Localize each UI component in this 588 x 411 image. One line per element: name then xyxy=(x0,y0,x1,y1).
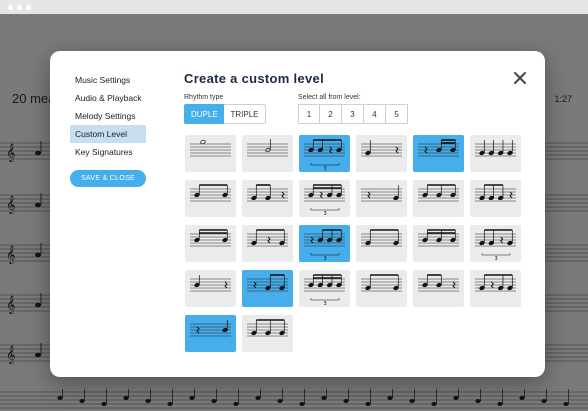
rhythm-notation-icon xyxy=(247,274,288,292)
svg-text:3: 3 xyxy=(495,256,498,262)
window-title-bar xyxy=(0,0,588,14)
svg-text:3: 3 xyxy=(324,211,327,217)
rhythm-notation-icon xyxy=(475,184,516,202)
modal-title: Create a custom level xyxy=(184,71,324,86)
rhythm-type-toggle: DUPLE TRIPLE xyxy=(184,104,266,124)
rhythm-notation-icon xyxy=(247,319,288,337)
menu-item-key-signatures[interactable]: Key Signatures xyxy=(70,143,146,161)
rhythm-pattern-tile[interactable] xyxy=(356,180,407,217)
save-close-button[interactable]: SAVE & CLOSE xyxy=(70,170,146,187)
svg-text:3: 3 xyxy=(324,166,327,172)
rhythm-notation-icon xyxy=(361,274,402,292)
rhythm-notation-icon xyxy=(190,229,231,247)
rhythm-pattern-tile[interactable] xyxy=(185,315,236,352)
rhythm-notation-icon: 3 xyxy=(304,184,345,217)
rhythm-pattern-tile[interactable] xyxy=(470,180,521,217)
rhythm-pattern-tile[interactable] xyxy=(413,180,464,217)
rhythm-notation-icon xyxy=(190,184,231,202)
menu-item-music-settings[interactable]: Music Settings xyxy=(70,71,146,89)
select-level-label: Select all from level: xyxy=(298,94,361,101)
rhythm-pattern-tile[interactable]: 3 xyxy=(299,225,350,262)
rhythm-pattern-tile[interactable]: 3 xyxy=(299,180,350,217)
settings-menu: Music Settings Audio & Playback Melody S… xyxy=(70,71,146,161)
rhythm-triple-button[interactable]: TRIPLE xyxy=(224,104,266,124)
close-icon[interactable] xyxy=(513,71,527,85)
rhythm-pattern-tile[interactable] xyxy=(356,135,407,172)
rhythm-notation-icon xyxy=(361,140,402,157)
rhythm-pattern-tile[interactable] xyxy=(242,225,293,262)
rhythm-pattern-tile[interactable] xyxy=(470,270,521,307)
rhythm-notation-icon xyxy=(475,274,516,292)
window-minimize-dot[interactable] xyxy=(17,5,22,10)
rhythm-type-label: Rhythm type xyxy=(184,94,224,101)
menu-item-custom-level[interactable]: Custom Level xyxy=(70,125,146,143)
rhythm-notation-icon xyxy=(418,229,459,247)
rhythm-pattern-tile[interactable] xyxy=(185,180,236,217)
rhythm-pattern-tile[interactable] xyxy=(356,225,407,262)
rhythm-pattern-tile[interactable] xyxy=(413,270,464,307)
window-maximize-dot[interactable] xyxy=(26,5,31,10)
rhythm-pattern-tile[interactable]: 3 xyxy=(470,225,521,262)
level-select-group: 1 2 3 4 5 xyxy=(298,104,408,124)
rhythm-notation-icon xyxy=(247,184,288,202)
rhythm-notation-icon: 3 xyxy=(304,139,345,172)
menu-item-melody-settings[interactable]: Melody Settings xyxy=(70,107,146,125)
svg-text:3: 3 xyxy=(324,301,327,307)
rhythm-pattern-tile[interactable] xyxy=(185,225,236,262)
rhythm-pattern-tile[interactable] xyxy=(185,270,236,307)
level-5-button[interactable]: 5 xyxy=(386,104,408,124)
rhythm-notation-icon xyxy=(418,139,459,157)
rhythm-duple-button[interactable]: DUPLE xyxy=(184,104,224,124)
rhythm-notation-icon xyxy=(247,139,288,157)
rhythm-notation-icon xyxy=(190,275,231,292)
rhythm-notation-icon xyxy=(247,229,288,247)
svg-text:3: 3 xyxy=(324,256,327,262)
rhythm-pattern-tile[interactable] xyxy=(413,225,464,262)
rhythm-pattern-tile[interactable] xyxy=(470,135,521,172)
rhythm-pattern-tile[interactable] xyxy=(356,270,407,307)
rhythm-notation-icon xyxy=(361,229,402,247)
rhythm-pattern-tile[interactable] xyxy=(242,270,293,307)
window-close-dot[interactable] xyxy=(8,5,13,10)
rhythm-notation-icon xyxy=(418,184,459,202)
level-2-button[interactable]: 2 xyxy=(320,104,342,124)
level-4-button[interactable]: 4 xyxy=(364,104,386,124)
rhythm-notation-icon xyxy=(361,185,402,202)
rhythm-notation-icon xyxy=(418,274,459,292)
rhythm-pattern-tile[interactable] xyxy=(185,135,236,172)
rhythm-notation-icon: 3 xyxy=(304,229,345,262)
rhythm-notation-icon xyxy=(190,320,231,337)
rhythm-notation-icon: 3 xyxy=(304,274,345,307)
custom-level-modal: Music Settings Audio & Playback Melody S… xyxy=(50,51,545,377)
rhythm-pattern-tile[interactable] xyxy=(242,135,293,172)
rhythm-pattern-tile[interactable]: 3 xyxy=(299,270,350,307)
level-1-button[interactable]: 1 xyxy=(298,104,320,124)
rhythm-pattern-tile[interactable]: 3 xyxy=(299,135,350,172)
level-3-button[interactable]: 3 xyxy=(342,104,364,124)
menu-item-audio-playback[interactable]: Audio & Playback xyxy=(70,89,146,107)
rhythm-pattern-tile[interactable] xyxy=(413,135,464,172)
rhythm-notation-icon: 3 xyxy=(475,229,516,262)
rhythm-notation-icon xyxy=(475,140,516,157)
rhythm-pattern-tile[interactable] xyxy=(242,315,293,352)
rhythm-pattern-tile[interactable] xyxy=(242,180,293,217)
rhythm-notation-icon xyxy=(190,139,231,157)
